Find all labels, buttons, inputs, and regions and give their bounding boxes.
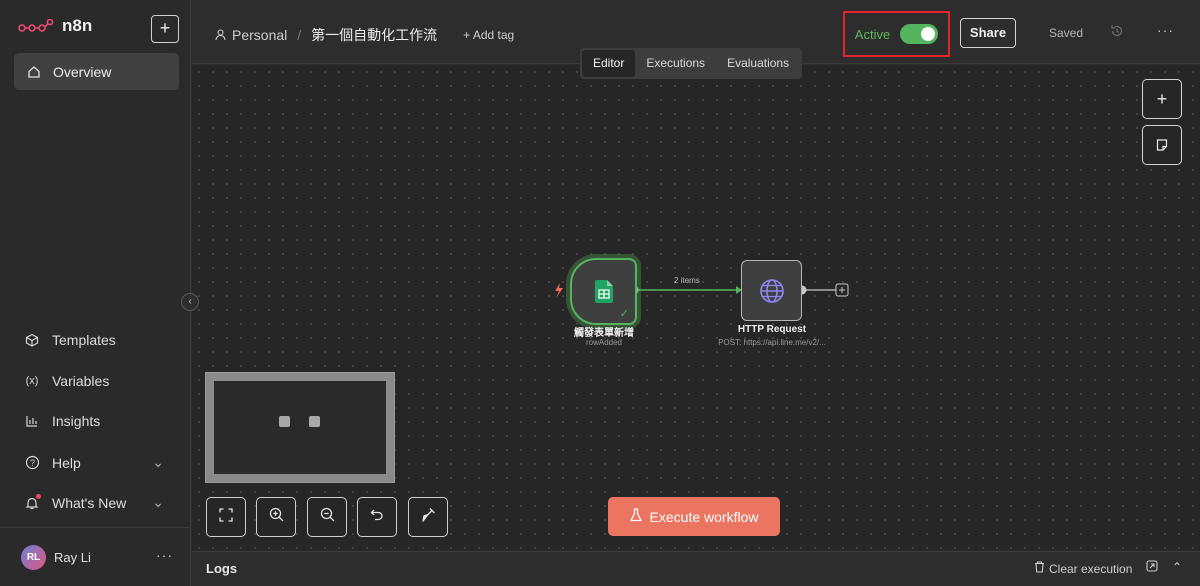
cube-icon [24,332,40,348]
sidebar-item-insights[interactable]: Insights [24,413,164,429]
pop-out-icon[interactable] [1146,560,1158,575]
user-name: Ray Li [54,549,91,565]
sidebar-item-help[interactable]: ? Help ⌄ [24,454,164,471]
execute-workflow-button[interactable]: Execute workflow [608,497,780,536]
zoom-out-button[interactable] [307,497,347,537]
node-subtitle: POST: https://api.line.me/v2/... [718,338,826,347]
google-sheets-icon [594,280,614,304]
success-check-icon: ✓ [619,308,629,320]
breadcrumb-separator: / [297,27,302,43]
toggle-knob [921,27,936,41]
node-subtitle: rowAdded [585,338,623,347]
notification-dot [36,493,41,499]
view-tabs: Editor Executions Evaluations [580,48,803,79]
active-toggle[interactable] [900,24,939,44]
collapse-sidebar-button[interactable]: ‹ [181,293,199,311]
sidebar-item-label: Help [52,454,81,471]
tab-executions[interactable]: Executions [635,50,716,77]
node-title: HTTP Request [737,324,807,335]
minimap-node [279,416,290,427]
sidebar-item-label: Overview [53,63,112,80]
sidebar-item-label: Variables [52,373,110,389]
globe-icon [759,278,785,304]
more-options-icon[interactable]: ··· [1157,22,1174,38]
logs-label: Logs [206,561,238,576]
flask-icon [629,508,642,525]
fit-view-icon [219,507,233,527]
avatar: RL [21,544,46,570]
history-icon[interactable] [1110,24,1124,43]
workflow-canvas[interactable]: + 2 items ✓ 觸發表單新增 rowAdded HTTP Request… [192,65,1200,551]
sidebar-item-whats-new[interactable]: What's New ⌄ [24,493,164,511]
node-trigger-sheets[interactable]: ✓ [570,258,637,325]
project-link[interactable]: Personal [232,27,287,43]
variable-icon: (x) [25,375,39,387]
minimap-node [309,416,320,427]
sidebar-item-label: What's New [52,494,127,511]
create-new-button[interactable]: + [151,15,179,43]
node-title: 觸發表單新增 [574,328,634,339]
bell-icon [24,493,41,511]
user-menu[interactable]: RL Ray Li ··· [0,527,191,586]
undo-icon [370,508,384,527]
workflow-name[interactable]: 第一個自動化工作流 [311,25,437,45]
zoom-in-button[interactable] [256,497,296,537]
add-tag-button[interactable]: + Add tag [463,28,514,42]
sidebar-item-label: Templates [52,332,116,348]
tidy-up-button[interactable] [408,497,448,537]
execute-workflow-label: Execute workflow [649,508,759,525]
user-icon [214,27,226,43]
active-label: Active [854,26,891,42]
chevron-down-icon: ⌄ [152,494,164,510]
tab-evaluations[interactable]: Evaluations [716,50,800,77]
save-status: Saved [1049,26,1084,40]
home-icon [26,64,42,80]
tab-editor[interactable]: Editor [582,50,636,77]
connection-items-label: 2 items [674,276,700,285]
n8n-logo-icon [18,18,54,34]
app-name: n8n [62,16,93,35]
zoom-out-icon [320,507,335,527]
chart-icon [24,413,40,429]
sidebar-item-label: Insights [52,413,101,429]
sidebar-item-variables[interactable]: (x) Variables [24,373,164,389]
user-more-icon[interactable]: ··· [156,547,173,563]
zoom-in-icon [269,507,284,527]
fit-view-button[interactable] [206,497,246,537]
logs-actions: ⌃ [1146,560,1182,575]
clear-execution-label: Clear execution [1049,561,1133,576]
help-icon: ? [24,455,40,471]
share-button[interactable]: Share [960,18,1016,48]
sidebar-item-overview[interactable]: Overview [14,53,179,90]
clear-execution-button[interactable]: Clear execution [1034,561,1132,576]
chevron-down-icon: ⌄ [152,454,164,470]
broom-icon [421,507,436,527]
trigger-bolt-icon [555,283,563,298]
chevron-up-icon[interactable]: ⌃ [1172,560,1182,575]
svg-text:?: ? [29,458,34,468]
breadcrumb: Personal / 第一個自動化工作流 + Add tag [214,25,514,45]
app-logo[interactable]: n8n [18,16,92,36]
node-http-request[interactable] [741,260,802,321]
minimap-viewport [214,381,386,474]
sidebar: n8n + Overview Templates (x) Variables I… [0,0,191,586]
undo-button[interactable] [357,497,397,537]
active-toggle-container: Active [843,11,950,57]
minimap[interactable] [205,372,395,483]
trash-icon [1034,561,1045,576]
logs-panel-bar[interactable]: Logs Clear execution ⌃ [192,551,1200,586]
sidebar-item-templates[interactable]: Templates [24,332,164,348]
